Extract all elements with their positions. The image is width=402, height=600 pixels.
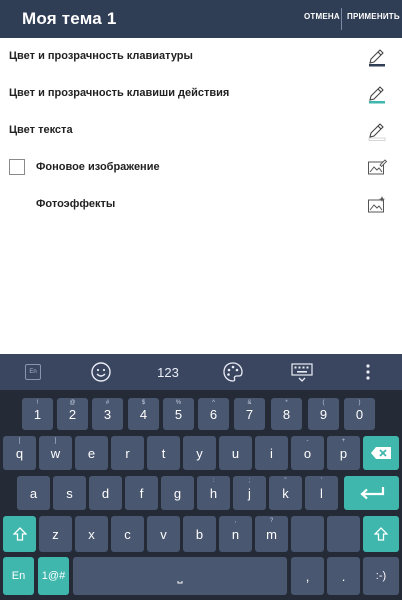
key-e[interactable]: e [75, 436, 108, 470]
setting-label: Цвет и прозрачность клавиши действия [9, 87, 230, 99]
background-image-checkbox[interactable] [9, 159, 25, 175]
header-divider [341, 8, 342, 30]
pencil-icon[interactable] [366, 120, 388, 142]
apply-button[interactable]: ПРИМЕНИТЬ [347, 12, 400, 21]
more-options-icon[interactable] [360, 354, 376, 390]
comma-key[interactable]: , [291, 557, 324, 595]
period-key[interactable]: . [327, 557, 360, 595]
keyboard: En 123 ! 1 @ 2 # 3 $ 4 % 5 ^ 6 & 7 * 8 (… [0, 354, 402, 600]
key-y[interactable]: y [183, 436, 216, 470]
key-5[interactable]: % 5 [163, 398, 194, 430]
key-h[interactable]: :h [197, 476, 230, 510]
key-m[interactable]: ? m [255, 516, 288, 552]
photo-effects-icon[interactable] [366, 194, 388, 216]
page-title: Моя тема 1 [22, 9, 117, 28]
enter-key[interactable] [344, 476, 399, 510]
enter-icon [359, 487, 384, 500]
key-i[interactable]: i [255, 436, 288, 470]
key-d[interactable]: d [89, 476, 122, 510]
key-1[interactable]: ! 1 [22, 398, 53, 430]
key-6[interactable]: ^ 6 [198, 398, 229, 430]
setting-background-image[interactable]: Фоновое изображение [0, 149, 402, 186]
key-v[interactable]: v [147, 516, 180, 552]
emoji-icon[interactable] [88, 354, 114, 390]
key-n[interactable]: ,n [219, 516, 252, 552]
space-key[interactable]: ⎵ [73, 557, 287, 595]
key-o[interactable]: -o [291, 436, 324, 470]
keyboard-toolbar: En 123 [0, 354, 402, 390]
key-2[interactable]: @2 [57, 398, 88, 430]
key-8[interactable]: * 8 [271, 398, 302, 430]
setting-label: Фотоэффекты [36, 198, 116, 210]
cancel-button[interactable]: ОТМЕНА [304, 12, 340, 21]
key-z[interactable]: z [39, 516, 72, 552]
setting-label: Фоновое изображение [36, 161, 160, 173]
key-p[interactable]: + p [327, 436, 360, 470]
key-blank-2[interactable] [327, 516, 360, 552]
key-c[interactable]: c [111, 516, 144, 552]
shift-icon [12, 527, 27, 541]
setting-photo-effects[interactable]: Фотоэффекты [0, 186, 402, 223]
key-7[interactable]: & 7 [234, 398, 265, 430]
key-0[interactable]: ) 0 [344, 398, 375, 430]
key-j[interactable]: ; j [233, 476, 266, 510]
setting-text-color[interactable]: Цвет текста [0, 112, 402, 149]
numbers-button[interactable]: 123 [150, 354, 186, 390]
image-edit-icon[interactable] [366, 157, 388, 179]
symbols-key[interactable]: 1@# [38, 557, 69, 595]
pencil-icon[interactable] [366, 46, 388, 68]
key-g[interactable]: g [161, 476, 194, 510]
keyboard-hide-icon[interactable] [289, 354, 315, 390]
shift-key-right[interactable] [363, 516, 399, 552]
key-k[interactable]: " k [269, 476, 302, 510]
setting-label: Цвет и прозрачность клавиатуры [9, 50, 193, 62]
pencil-teal-icon[interactable] [366, 83, 388, 105]
key-4[interactable]: $4 [128, 398, 159, 430]
key-blank[interactable] [291, 516, 324, 552]
palette-icon[interactable] [220, 354, 246, 390]
language-key[interactable]: En [3, 557, 34, 595]
setting-keyboard-color[interactable]: Цвет и прозрачность клавиатуры [0, 38, 402, 75]
key-q[interactable]: [q [3, 436, 36, 470]
shift-icon [374, 527, 388, 541]
key-s[interactable]: s [53, 476, 86, 510]
key-u[interactable]: u [219, 436, 252, 470]
key-3[interactable]: #3 [92, 398, 123, 430]
language-toggle-icon[interactable]: En [20, 354, 46, 390]
app-header: Моя тема 1 ОТМЕНА ПРИМЕНИТЬ [0, 0, 402, 38]
backspace-icon [371, 447, 391, 459]
key-r[interactable]: r [111, 436, 144, 470]
setting-action-key-color[interactable]: Цвет и прозрачность клавиши действия [0, 75, 402, 112]
key-f[interactable]: f [125, 476, 158, 510]
key-x[interactable]: x [75, 516, 108, 552]
backspace-key[interactable] [363, 436, 399, 470]
shift-key[interactable] [3, 516, 36, 552]
key-l[interactable]: ' l [305, 476, 338, 510]
key-9[interactable]: (9 [308, 398, 339, 430]
key-w[interactable]: ] w [39, 436, 72, 470]
setting-label: Цвет текста [9, 124, 73, 136]
key-t[interactable]: t [147, 436, 180, 470]
theme-editor-screen: Моя тема 1 ОТМЕНА ПРИМЕНИТЬ Цвет и прозр… [0, 0, 402, 600]
key-a[interactable]: a [17, 476, 50, 510]
key-b[interactable]: b [183, 516, 216, 552]
smiley-key[interactable]: :-) [363, 557, 399, 595]
